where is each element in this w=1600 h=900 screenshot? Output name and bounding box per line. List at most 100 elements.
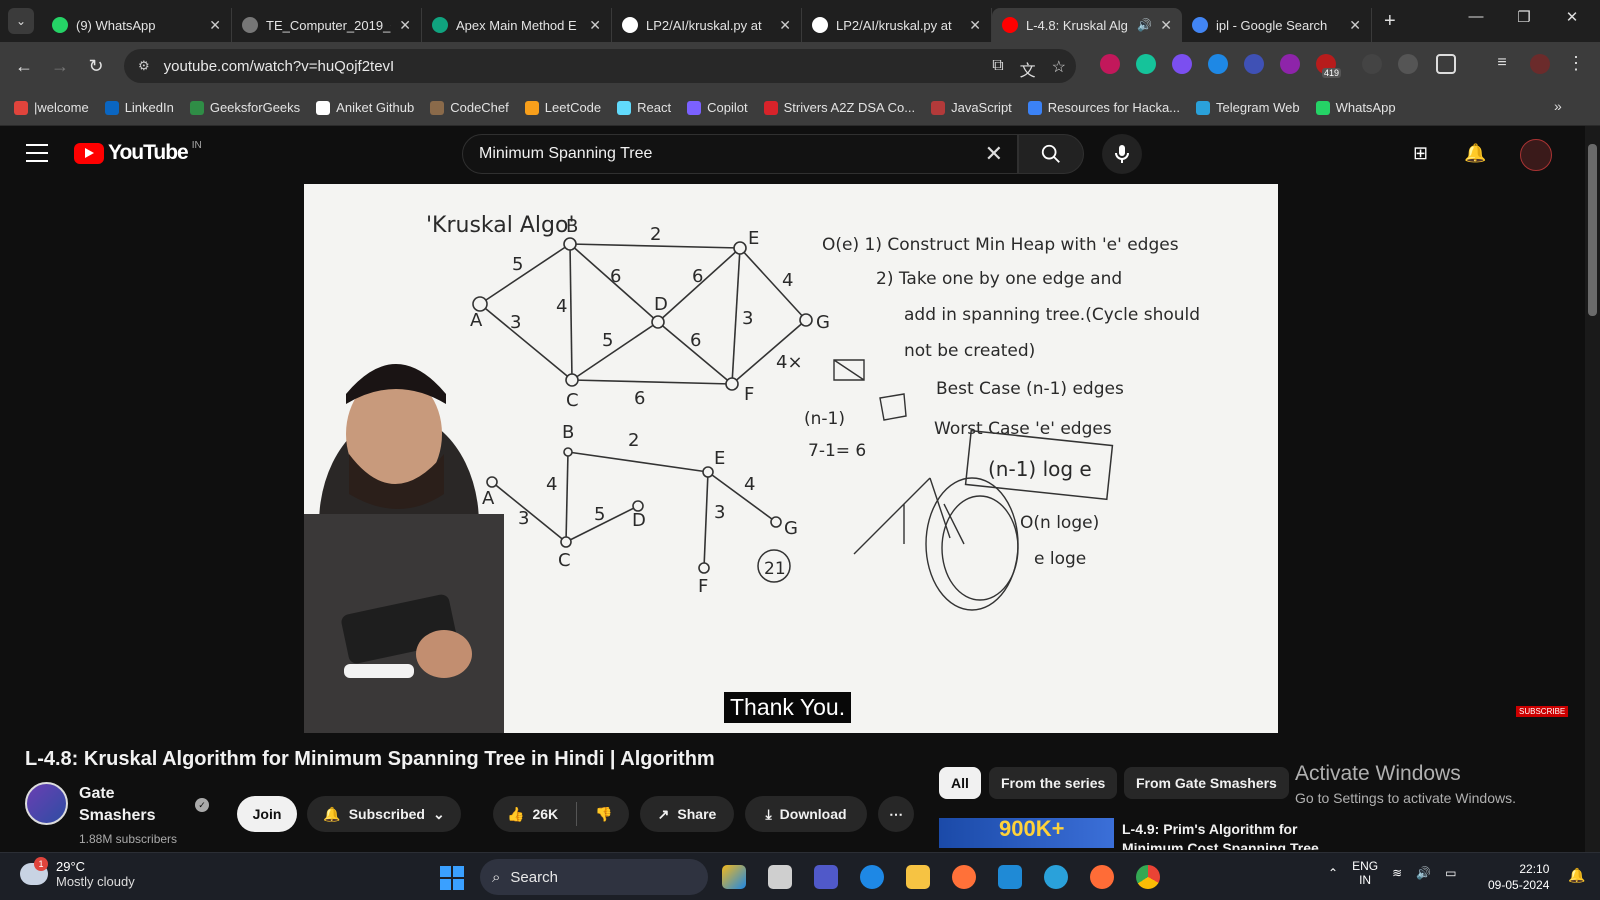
- close-tab-icon[interactable]: ✕: [779, 17, 791, 34]
- guide-menu-icon[interactable]: [26, 144, 48, 162]
- channel-avatar[interactable]: [25, 782, 68, 825]
- extension-record-icon[interactable]: [1100, 54, 1120, 74]
- share-button[interactable]: ↗ Share: [640, 796, 734, 832]
- more-bookmarks-icon[interactable]: »: [1554, 98, 1562, 114]
- postman-icon[interactable]: [1090, 865, 1114, 889]
- extension-s-icon[interactable]: [1280, 54, 1300, 74]
- close-window-icon[interactable]: ✕: [1548, 8, 1596, 26]
- bookmark-item[interactable]: LeetCode: [524, 100, 601, 115]
- close-tab-icon[interactable]: ✕: [1349, 17, 1361, 34]
- bookmark-item[interactable]: Resources for Hacka...: [1027, 100, 1180, 115]
- youtube-logo[interactable]: YouTube IN: [74, 140, 202, 165]
- browser-tab[interactable]: LP2/AI/kruskal.py at ✕: [612, 8, 802, 42]
- back-icon[interactable]: ←: [6, 56, 42, 77]
- volume-icon[interactable]: 🔊: [1416, 866, 1431, 880]
- more-actions-button[interactable]: ⋯: [878, 796, 914, 832]
- chip-from-gate-smashers[interactable]: From Gate Smashers: [1124, 767, 1289, 799]
- create-video-icon[interactable]: ⊞: [1413, 143, 1428, 164]
- profile-avatar[interactable]: [1530, 54, 1550, 74]
- search-button[interactable]: [1018, 134, 1084, 174]
- taskbar-search[interactable]: ⌕ Search: [480, 859, 708, 895]
- browser-menu-icon[interactable]: ⋮: [1566, 54, 1586, 74]
- browser-tab[interactable]: TE_Computer_2019_C ✕: [232, 8, 422, 42]
- url-text[interactable]: youtube.com/watch?v=huQojf2tevI: [164, 58, 395, 75]
- notifications-bell-icon[interactable]: 🔔: [1464, 143, 1486, 164]
- teams-icon[interactable]: [814, 865, 838, 889]
- recommended-video-thumbnail[interactable]: 900K+: [939, 818, 1114, 848]
- chip-all[interactable]: All: [939, 767, 981, 799]
- bookmark-item[interactable]: Strivers A2Z DSA Co...: [763, 100, 915, 115]
- notification-center-icon[interactable]: 🔔: [1568, 867, 1585, 884]
- close-tab-icon[interactable]: ✕: [589, 17, 601, 34]
- weather-widget[interactable]: 1 29°C Mostly cloudy: [20, 857, 135, 889]
- chrome-icon[interactable]: [1136, 865, 1160, 889]
- extension-wave-icon[interactable]: [1362, 54, 1382, 74]
- browser-tab[interactable]: ipl - Google Search ✕: [1182, 8, 1372, 42]
- file-explorer-icon[interactable]: [906, 865, 930, 889]
- taskbar-clock[interactable]: 22:10 09-05-2024: [1488, 861, 1549, 893]
- channel-name[interactable]: Gate Smashers: [79, 783, 169, 827]
- bookmark-item[interactable]: Aniket Github: [316, 100, 414, 115]
- video-player[interactable]: ABE DCF G 523 466 563 4 6 4× B A C D E F…: [304, 184, 1278, 733]
- media-controls-icon[interactable]: ≡: [1492, 54, 1512, 74]
- site-info-icon[interactable]: ⚙: [138, 58, 150, 74]
- open-in-app-icon[interactable]: ⧉: [992, 57, 1003, 81]
- bookmark-item[interactable]: LinkedIn: [104, 100, 174, 115]
- extension-flame-icon[interactable]: [1172, 54, 1192, 74]
- page-scrollbar[interactable]: [1585, 126, 1600, 852]
- close-tab-icon[interactable]: ✕: [1160, 17, 1172, 34]
- bookmark-item[interactable]: GeeksforGeeks: [189, 100, 300, 115]
- edge-icon[interactable]: [860, 865, 884, 889]
- copilot-taskbar-icon[interactable]: [722, 865, 746, 889]
- telegram-icon[interactable]: [1044, 865, 1068, 889]
- wifi-icon[interactable]: ≋: [1392, 866, 1402, 880]
- minimize-icon[interactable]: —: [1452, 8, 1500, 26]
- scrollbar-thumb[interactable]: [1588, 144, 1597, 316]
- vscode-icon[interactable]: [998, 865, 1022, 889]
- search-input[interactable]: Minimum Spanning Tree ✕: [462, 134, 1018, 174]
- tray-chevron-icon[interactable]: ⌃: [1328, 866, 1338, 880]
- reload-icon[interactable]: ↻: [78, 56, 114, 77]
- bookmark-star-icon[interactable]: ☆: [1052, 57, 1066, 81]
- extensions-puzzle-icon[interactable]: [1436, 54, 1456, 74]
- clear-search-icon[interactable]: ✕: [985, 141, 1003, 167]
- thumbs-down-icon[interactable]: 👎: [595, 806, 612, 823]
- forward-icon[interactable]: →: [42, 56, 78, 77]
- grammarly-icon[interactable]: [1136, 54, 1156, 74]
- bookmark-item[interactable]: CodeChef: [430, 100, 509, 115]
- bookmark-item[interactable]: Telegram Web: [1196, 100, 1300, 115]
- translate-icon[interactable]: 文: [1020, 57, 1036, 81]
- download-button[interactable]: ⤓ Download: [745, 796, 867, 832]
- extension-c-icon[interactable]: [1244, 54, 1264, 74]
- battery-icon[interactable]: ▭: [1445, 866, 1456, 880]
- tab-audio-icon[interactable]: 🔊: [1137, 18, 1152, 32]
- task-view-icon[interactable]: [768, 865, 792, 889]
- windows-start-icon[interactable]: [440, 866, 464, 890]
- search-query[interactable]: Minimum Spanning Tree: [479, 145, 652, 163]
- extension-target-icon[interactable]: [1398, 54, 1418, 74]
- close-tab-icon[interactable]: ✕: [399, 17, 411, 34]
- bookmark-item[interactable]: WhatsApp: [1315, 100, 1396, 115]
- language-indicator[interactable]: ENG IN: [1352, 859, 1378, 887]
- close-tab-icon[interactable]: ✕: [209, 17, 221, 34]
- bookmark-item[interactable]: |welcome: [14, 100, 89, 115]
- browser-tab[interactable]: L-4.8: Kruskal Alg 🔊 ✕: [992, 8, 1182, 42]
- chip-from-the-series[interactable]: From the series: [989, 767, 1118, 799]
- subscribed-button[interactable]: 🔔 Subscribed ⌄: [307, 796, 461, 832]
- subscribe-watermark[interactable]: SUBSCRIBE: [1516, 706, 1569, 717]
- browser-tab[interactable]: Apex Main Method E ✕: [422, 8, 612, 42]
- bookmark-item[interactable]: React: [617, 100, 671, 115]
- close-tab-icon[interactable]: ✕: [969, 17, 981, 34]
- firefox-icon[interactable]: [952, 865, 976, 889]
- address-bar[interactable]: ⚙ youtube.com/watch?v=huQojf2tevI ⧉ 文 ☆: [124, 49, 1076, 83]
- voice-search-button[interactable]: [1102, 134, 1142, 174]
- browser-tab[interactable]: LP2/AI/kruskal.py at ✕: [802, 8, 992, 42]
- recommended-video-title[interactable]: L-4.9: Prim's Algorithm for Minimum Cost…: [1122, 820, 1322, 850]
- account-avatar[interactable]: [1520, 139, 1552, 171]
- like-button[interactable]: 👍 26K: [507, 806, 558, 823]
- new-tab-button[interactable]: +: [1384, 10, 1396, 33]
- edge-extension-icon[interactable]: [1208, 54, 1228, 74]
- bookmark-item[interactable]: JavaScript: [931, 100, 1012, 115]
- bookmark-item[interactable]: Copilot: [687, 100, 748, 115]
- tab-search-button[interactable]: ⌄: [8, 8, 34, 34]
